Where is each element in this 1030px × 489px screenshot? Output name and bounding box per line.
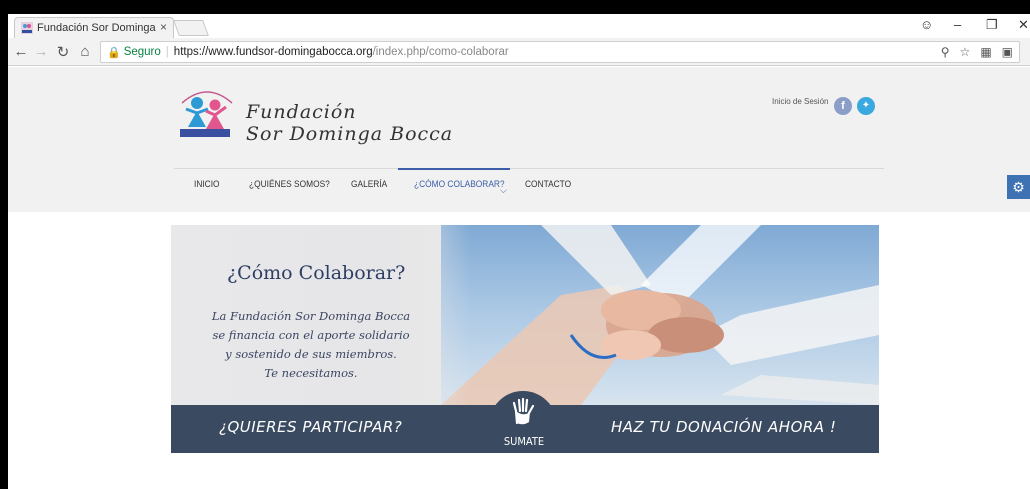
hand-icon [512,397,535,425]
home-icon[interactable]: ⌂ [76,43,94,60]
lock-icon: 🔒 [107,46,121,59]
login-link[interactable]: Inicio de Sesión [772,97,828,106]
banner-text-line: Te necesitamos. [264,366,358,380]
omnibox-actions: ⚲ ☆ ▦ ▣ [941,45,1013,59]
address-bar[interactable]: 🔒 Seguro | https://www.fundsor-domingabo… [100,41,1020,63]
back-icon[interactable]: ← [12,43,30,60]
zoom-icon[interactable]: ⚲ [941,45,950,59]
profile-icon[interactable]: ☺ [920,17,933,32]
gear-icon[interactable]: ⚙ [1007,175,1030,199]
participate-link[interactable]: ¿QUIERES PARTICIPAR? [219,418,402,436]
window-close-icon[interactable]: ✕ [1018,17,1029,33]
nav-item-inicio[interactable]: INICIO [194,179,220,190]
main-nav: INICIO ¿QUIÉNES SOMOS? GALERÍA ¿CÓMO COL… [174,168,884,198]
divider: | [165,46,169,58]
new-tab-button[interactable] [173,20,209,36]
nav-item-quienes-somos[interactable]: ¿QUIÉNES SOMOS? [249,179,330,190]
nav-item-galeria[interactable]: GALERÍA [351,179,387,190]
nav-active-indicator [398,168,510,170]
close-icon[interactable]: × [160,20,167,34]
donate-link[interactable]: HAZ TU DONACIÓN AHORA ! [611,418,836,436]
hands-together-image [441,225,879,405]
extension-icon[interactable]: ▣ [1002,45,1013,59]
twitter-icon[interactable]: ✦ [857,97,875,115]
security-label: Seguro [123,46,161,58]
browser-tab[interactable]: Fundación Sor Dominga × [14,17,174,38]
translate-icon[interactable]: ▦ [980,45,991,59]
foundation-logo[interactable] [176,83,238,141]
tab-strip: Fundación Sor Dominga × ☺ – ❐ ✕ [8,14,1030,38]
url-path: /index.php/como-colaborar [372,46,509,58]
forward-icon[interactable]: → [32,43,50,60]
banner-text-line: se financia con el aporte solidario [212,328,410,342]
nav-item-como-colaborar[interactable]: ¿CÓMO COLABORAR? [414,179,505,190]
chevron-down-icon: ⌵ [500,185,507,195]
browser-window: Fundación Sor Dominga × ☺ – ❐ ✕ ← → ↻ ⌂ … [8,14,1030,489]
banner-text-line: La Fundación Sor Dominga Bocca [211,309,411,323]
banner-description: La Fundación Sor Dominga Bocca se financ… [201,307,421,383]
favicon-icon [21,22,33,34]
reload-icon[interactable]: ↻ [54,43,72,61]
minimize-icon[interactable]: – [954,17,961,32]
star-icon[interactable]: ☆ [960,45,971,59]
site-header: Fundación Sor Dominga Bocca Inicio de Se… [8,67,1030,212]
url-host: https://www.fundsor-domingabocca.org [173,46,373,58]
browser-toolbar: ← → ↻ ⌂ 🔒 Seguro | https://www.fundsor-d… [8,38,1030,66]
restore-icon[interactable]: ❐ [986,17,998,33]
org-name-line1: Fundación [246,101,357,123]
hero-banner: ¿Cómo Colaborar? La Fundación Sor Doming… [171,225,879,453]
org-name-line2: Sor Dominga Bocca [246,123,454,145]
tab-title: Fundación Sor Dominga [37,22,156,34]
sumate-label[interactable]: SUMATE [501,435,547,448]
banner-title: ¿Cómo Colaborar? [227,262,406,284]
org-name[interactable]: Fundación Sor Dominga Bocca [246,101,453,145]
banner-text-line: y sostenido de sus miembros. [225,347,397,361]
nav-item-contacto[interactable]: CONTACTO [525,179,571,190]
facebook-icon[interactable]: f [834,97,852,115]
